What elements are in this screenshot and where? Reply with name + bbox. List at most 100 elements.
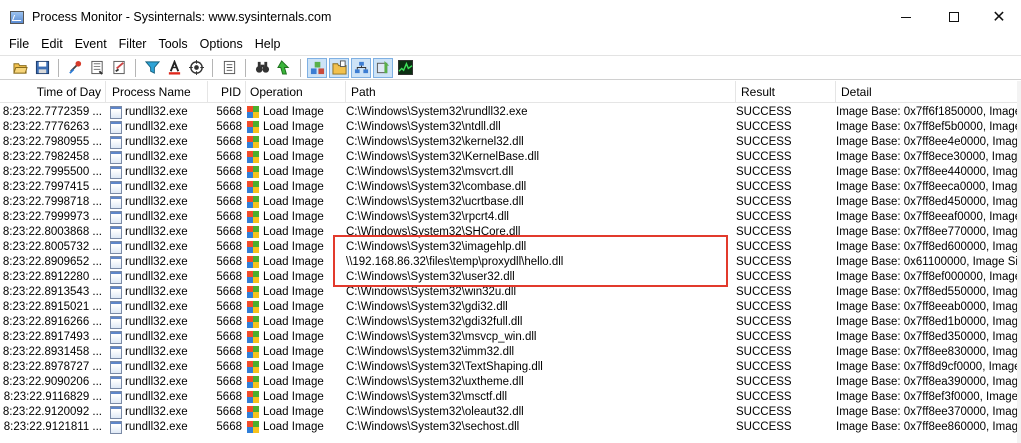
cell-result: SUCCESS xyxy=(736,285,832,300)
event-row[interactable]: 8:23:22.7980955 ... rundll32.exe 5668 Load … xyxy=(0,135,1021,150)
menu-event[interactable]: Event xyxy=(69,34,113,54)
cell-path: C:\Windows\System32\sechost.dll xyxy=(346,420,732,435)
cell-pid: 5668 xyxy=(208,240,242,255)
cell-pid: 5668 xyxy=(208,255,242,270)
cell-result: SUCCESS xyxy=(736,390,832,405)
event-row[interactable]: 8:23:22.8913543 ... rundll32.exe 5668 Load … xyxy=(0,285,1021,300)
cell-time: 8:23:22.8915021 ... xyxy=(0,300,104,315)
event-row[interactable]: 8:23:22.7776263 ... rundll32.exe 5668 Load … xyxy=(0,120,1021,135)
cell-time-text: 8:23:22.8916266 ... xyxy=(2,316,102,328)
cell-result-text: SUCCESS xyxy=(736,346,792,358)
column-header-time[interactable]: Time of Day xyxy=(0,81,106,103)
maximize-button[interactable] xyxy=(931,0,977,34)
toolbar-separator xyxy=(135,58,136,77)
cell-pid: 5668 xyxy=(208,285,242,300)
menu-options[interactable]: Options xyxy=(194,34,249,54)
column-header-process[interactable]: Process Name xyxy=(106,81,208,103)
event-row[interactable]: 8:23:22.9090206 ... rundll32.exe 5668 Load … xyxy=(0,375,1021,390)
event-row[interactable]: 8:23:22.7997415 ... rundll32.exe 5668 Load … xyxy=(0,180,1021,195)
highlight-icon xyxy=(168,60,180,75)
menu-filter[interactable]: Filter xyxy=(113,34,153,54)
cell-operation: Load Image xyxy=(246,285,342,300)
menu-file[interactable]: File xyxy=(0,34,35,54)
event-row[interactable]: 8:23:22.8916266 ... rundll32.exe 5668 Load … xyxy=(0,315,1021,330)
cell-result-text: SUCCESS xyxy=(736,241,792,253)
menu-tools[interactable]: Tools xyxy=(152,34,193,54)
cell-path-text: C:\Windows\System32\kernel32.dll xyxy=(346,136,524,148)
event-row[interactable]: 8:23:22.8978727 ... rundll32.exe 5668 Load … xyxy=(0,360,1021,375)
cell-pid: 5668 xyxy=(208,330,242,345)
cell-pid-text: 5668 xyxy=(216,211,242,223)
column-header-path[interactable]: Path xyxy=(346,81,736,103)
autoscroll-button[interactable] xyxy=(87,58,107,78)
save-button[interactable] xyxy=(32,58,52,78)
column-header-operation[interactable]: Operation xyxy=(246,81,346,103)
capture-button[interactable] xyxy=(65,58,85,78)
find-button[interactable] xyxy=(252,58,272,78)
menu-help[interactable]: Help xyxy=(249,34,287,54)
menu-bar: File Edit Event Filter Tools Options Hel… xyxy=(0,34,1021,54)
event-row[interactable]: 8:23:22.9116829 ... rundll32.exe 5668 Load … xyxy=(0,390,1021,405)
cell-path-text: C:\Windows\System32\rpcrt4.dll xyxy=(346,211,509,223)
column-header-result[interactable]: Result xyxy=(736,81,836,103)
show-registry-activity-button[interactable] xyxy=(307,57,327,78)
event-row[interactable]: 8:23:22.8915021 ... rundll32.exe 5668 Load … xyxy=(0,300,1021,315)
load-image-icon xyxy=(247,151,260,163)
open-button[interactable] xyxy=(10,58,30,78)
clear-button[interactable] xyxy=(109,58,129,78)
event-row[interactable]: 8:23:22.7772359 ... rundll32.exe 5668 Load … xyxy=(0,105,1021,120)
cell-operation-text: Load Image xyxy=(263,271,324,283)
show-process-activity-button[interactable] xyxy=(373,57,393,78)
cell-pid-text: 5668 xyxy=(216,406,242,418)
minimize-button[interactable] xyxy=(883,0,929,34)
cell-operation: Load Image xyxy=(246,270,342,285)
cell-process-name-text: rundll32.exe xyxy=(125,136,188,148)
close-button[interactable]: ✕ xyxy=(976,0,1021,34)
event-row[interactable]: 8:23:22.7982458 ... rundll32.exe 5668 Load … xyxy=(0,150,1021,165)
process-window-icon xyxy=(110,376,122,389)
event-row[interactable]: 8:23:22.7998718 ... rundll32.exe 5668 Load … xyxy=(0,195,1021,210)
cell-pid: 5668 xyxy=(208,180,242,195)
highlight-button[interactable] xyxy=(164,58,184,78)
cell-pid-text: 5668 xyxy=(216,121,242,133)
cell-process-name: rundll32.exe xyxy=(108,300,208,315)
show-profiling-events-button[interactable] xyxy=(395,58,415,78)
cell-process-name: rundll32.exe xyxy=(108,150,208,165)
event-row[interactable]: 8:23:22.9121811 ... rundll32.exe 5668 Load … xyxy=(0,420,1021,435)
show-file-activity-button[interactable] xyxy=(329,57,349,78)
event-row[interactable]: 8:23:22.8931458 ... rundll32.exe 5668 Load … xyxy=(0,345,1021,360)
toolbar-separator xyxy=(300,58,301,77)
menu-edit[interactable]: Edit xyxy=(35,34,69,54)
process-window-icon xyxy=(110,166,122,179)
event-row[interactable]: 8:23:22.9120092 ... rundll32.exe 5668 Load … xyxy=(0,405,1021,420)
show-network-activity-button[interactable] xyxy=(351,57,371,78)
cell-detail-text: Image Base: 0x7ff8ef3f0000, Image Siz xyxy=(836,391,1021,403)
column-header-pid[interactable]: PID xyxy=(208,81,246,103)
cell-path-text: C:\Windows\System32\rundll32.exe xyxy=(346,106,528,118)
cell-operation-text: Load Image xyxy=(263,226,324,238)
cell-detail-text: Image Base: 0x7ff8d9cf0000, Image Siz xyxy=(836,361,1021,373)
column-header-detail[interactable]: Detail xyxy=(836,81,1021,103)
event-row[interactable]: 8:23:22.8917493 ... rundll32.exe 5668 Load … xyxy=(0,330,1021,345)
properties-button[interactable] xyxy=(219,58,239,78)
cell-time-text: 8:23:22.8912280 ... xyxy=(2,271,102,283)
jump-to-button[interactable] xyxy=(274,58,294,78)
event-row[interactable]: 8:23:22.7995500 ... rundll32.exe 5668 Load … xyxy=(0,165,1021,180)
filter-button[interactable] xyxy=(142,58,162,78)
cell-process-name-text: rundll32.exe xyxy=(125,316,188,328)
cell-detail-text: Image Base: 0x7ff8ef5b0000, Image Siz xyxy=(836,121,1021,133)
cell-result: SUCCESS xyxy=(736,360,832,375)
cell-result-text: SUCCESS xyxy=(736,421,792,433)
cell-result: SUCCESS xyxy=(736,255,832,270)
event-row[interactable]: 8:23:22.7999973 ... rundll32.exe 5668 Load … xyxy=(0,210,1021,225)
include-process-button[interactable] xyxy=(186,58,206,78)
cell-pid-text: 5668 xyxy=(216,151,242,163)
vertical-scroll-edge[interactable] xyxy=(1017,81,1021,443)
capture-icon xyxy=(68,60,81,74)
cell-time-text: 8:23:22.9120092 ... xyxy=(2,406,102,418)
cell-detail-text: Image Base: 0x7ff8ea390000, Image Siz xyxy=(836,376,1021,388)
cell-pid: 5668 xyxy=(208,150,242,165)
cell-result: SUCCESS xyxy=(736,300,832,315)
cell-time-text: 8:23:22.7998718 ... xyxy=(2,196,102,208)
cell-pid-text: 5668 xyxy=(216,316,242,328)
